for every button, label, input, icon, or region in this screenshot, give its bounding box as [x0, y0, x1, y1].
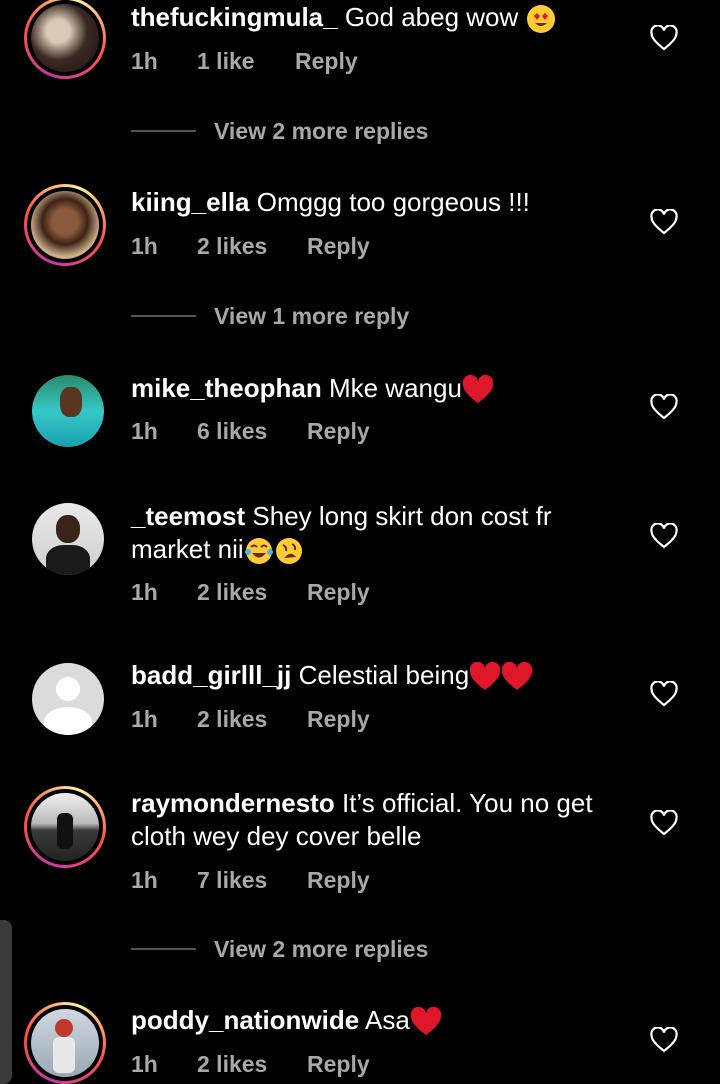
comment-text: Omggg too gorgeous !!! [256, 187, 530, 217]
username[interactable]: kiing_ella [131, 187, 250, 217]
timestamp: 1h [131, 579, 158, 605]
red-heart-emoji [462, 375, 494, 404]
like-count[interactable]: 2 likes [197, 231, 267, 261]
heart-outline-icon[interactable] [650, 1027, 678, 1053]
reply-button[interactable]: Reply [307, 865, 370, 895]
red-heart-emoji [410, 1007, 441, 1036]
heart-outline-icon[interactable] [650, 681, 678, 707]
timestamp: 1h [131, 706, 158, 732]
heart-outline-icon[interactable] [650, 810, 678, 836]
reply-button[interactable]: Reply [307, 704, 370, 734]
avatar[interactable] [24, 1002, 106, 1084]
avatar[interactable] [32, 663, 104, 735]
username[interactable]: poddy_nationwide [131, 1005, 359, 1035]
like-count[interactable]: 2 likes [197, 577, 267, 607]
reply-button[interactable]: Reply [307, 577, 370, 607]
like-count[interactable]: 6 likes [197, 416, 267, 446]
timestamp: 1h [131, 867, 158, 893]
heart-eyes-emoji [526, 5, 555, 34]
reply-button[interactable]: Reply [307, 1049, 370, 1079]
comment-text: Mke wangu [328, 373, 462, 403]
username[interactable]: raymondernesto [131, 788, 335, 818]
red-heart-emoji [470, 662, 501, 691]
timestamp: 1h [131, 48, 158, 74]
avatar[interactable] [32, 375, 104, 447]
comment-text: Celestial being [298, 660, 470, 690]
timestamp: 1h [131, 233, 158, 259]
heart-outline-icon[interactable] [650, 209, 678, 235]
like-count[interactable]: 7 likes [197, 865, 267, 895]
heart-outline-icon[interactable] [650, 394, 678, 420]
like-count[interactable]: 2 likes [197, 704, 267, 734]
username[interactable]: mike_theophan [131, 373, 322, 403]
reply-button[interactable]: Reply [295, 46, 358, 76]
rolling-laughing-emoji [275, 538, 302, 565]
avatar[interactable] [24, 786, 106, 868]
heart-outline-icon[interactable] [650, 523, 678, 549]
avatar[interactable] [24, 0, 106, 79]
avatar[interactable] [32, 503, 104, 575]
comment-text: Asa [365, 1005, 410, 1035]
reply-button[interactable]: Reply [307, 416, 370, 446]
scrollbar[interactable] [0, 920, 12, 1084]
like-count[interactable]: 2 likes [197, 1049, 267, 1079]
username[interactable]: thefuckingmula_ [131, 2, 338, 32]
username[interactable]: badd_girlll_jj [131, 660, 291, 690]
timestamp: 1h [131, 1051, 158, 1077]
reply-button[interactable]: Reply [307, 231, 370, 261]
red-heart-emoji [502, 662, 533, 691]
comment-text: God abeg wow [344, 2, 519, 32]
tears-of-joy-emoji [244, 538, 273, 565]
like-count[interactable]: 1 like [197, 46, 255, 76]
timestamp: 1h [131, 418, 158, 444]
username[interactable]: _teemost [131, 501, 245, 531]
heart-outline-icon[interactable] [650, 25, 678, 51]
avatar[interactable] [24, 184, 106, 266]
